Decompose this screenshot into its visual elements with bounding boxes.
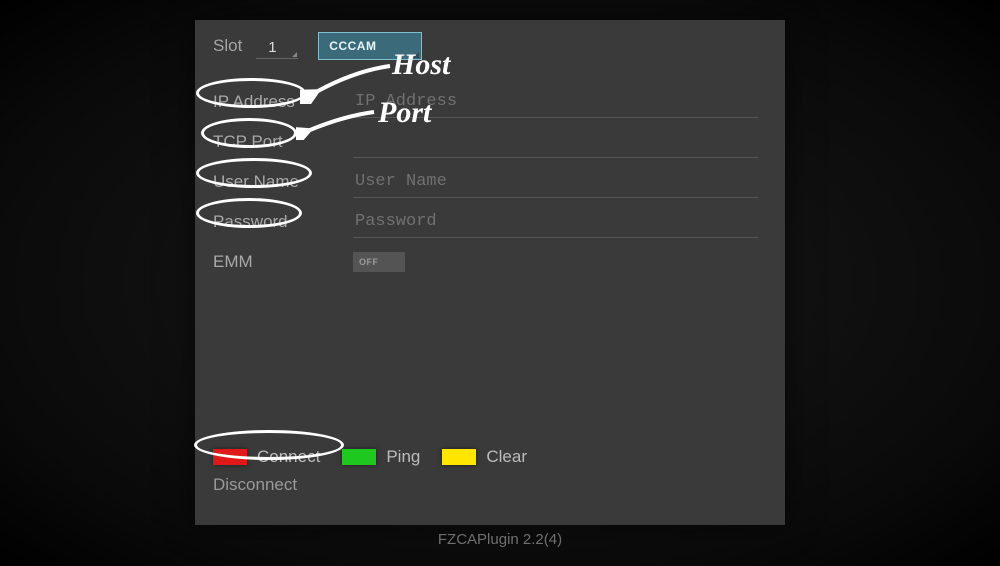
connect-button[interactable]: Connect — [213, 447, 320, 467]
clear-button[interactable]: Clear — [442, 447, 527, 467]
config-panel: Slot 1 CCCAM IP Address TCP Port User Na… — [195, 20, 785, 525]
password-input[interactable] — [353, 206, 758, 238]
ping-label: Ping — [386, 447, 420, 467]
emm-label: EMM — [213, 252, 353, 272]
connect-label: Connect — [257, 447, 320, 467]
ip-address-input[interactable] — [353, 86, 758, 118]
tcp-port-label: TCP Port — [213, 132, 353, 152]
slot-selector[interactable]: 1 — [256, 33, 298, 59]
disconnect-button[interactable]: Disconnect — [213, 475, 297, 495]
red-swatch-icon — [213, 449, 247, 465]
tcp-port-input[interactable] — [353, 126, 758, 158]
protocol-selector[interactable]: CCCAM — [318, 32, 422, 60]
actions-row: Connect Ping Clear — [213, 447, 549, 467]
clear-label: Clear — [486, 447, 527, 467]
username-label: User Name — [213, 172, 353, 192]
username-input[interactable] — [353, 166, 758, 198]
password-label: Password — [213, 212, 353, 232]
chevron-down-icon — [413, 52, 419, 58]
protocol-value: CCCAM — [329, 39, 376, 53]
top-row: Slot 1 CCCAM — [213, 32, 422, 60]
config-form: IP Address TCP Port User Name Password E… — [213, 82, 758, 282]
slot-label: Slot — [213, 36, 242, 56]
ping-button[interactable]: Ping — [342, 447, 420, 467]
emm-toggle[interactable]: OFF — [353, 252, 405, 272]
green-swatch-icon — [342, 449, 376, 465]
yellow-swatch-icon — [442, 449, 476, 465]
chevron-down-icon — [292, 52, 297, 57]
ip-address-label: IP Address — [213, 92, 353, 112]
version-footer: FZCAPlugin 2.2(4) — [0, 531, 1000, 548]
slot-value: 1 — [268, 39, 276, 56]
